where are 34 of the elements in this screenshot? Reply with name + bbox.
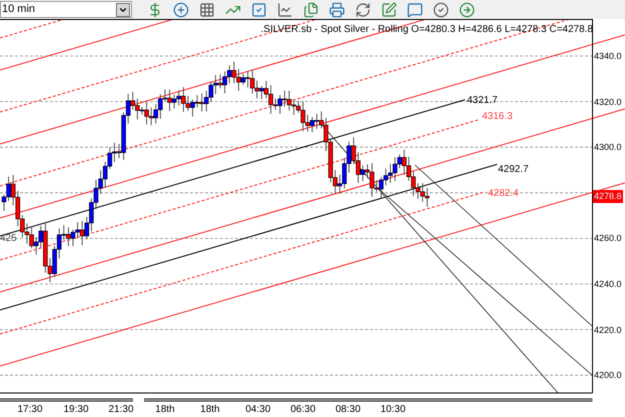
time-axis-label: 06:30 (290, 403, 316, 417)
time-axis-label: 18th (200, 403, 220, 417)
time-axis-label: 21:30 (108, 403, 134, 417)
price-axis-label: 4340.0 (594, 50, 622, 63)
speech-bubble-icon[interactable] (407, 2, 423, 18)
check-box-icon[interactable] (251, 2, 267, 18)
line-chart-icon[interactable] (277, 2, 293, 18)
documents-icon[interactable] (303, 2, 319, 18)
time-axis-label: 08:30 (335, 403, 361, 417)
time-axis-label: 19:30 (63, 403, 89, 417)
line-value-label: 4321.7 (467, 94, 498, 108)
line-value-label: 4282.4 (488, 187, 519, 201)
dropdown-icon (116, 2, 130, 16)
arrow-circle-icon[interactable] (459, 2, 475, 18)
price-axis-label: 4200.0 (594, 369, 622, 382)
price-axis-label: 4320.0 (594, 96, 622, 109)
price-axis-label: 4220.0 (594, 324, 622, 337)
timeframe-select[interactable]: 10 min (0, 1, 132, 18)
print-icon[interactable] (329, 2, 345, 18)
current-price-badge: 4278.8 (593, 190, 623, 204)
edit-icon[interactable] (381, 2, 397, 18)
refresh-icon[interactable] (355, 2, 371, 18)
add-icon[interactable] (173, 2, 189, 18)
time-axis-label: 10:30 (380, 403, 406, 417)
line-value-label: 4316.3 (482, 110, 513, 124)
line-value-label: 4292.7 (498, 163, 529, 177)
time-axis-label: 17:30 (17, 403, 43, 417)
time-axis-label: 18th (155, 403, 175, 417)
check-circle-icon[interactable] (433, 2, 449, 18)
price-axis-label: 4260.0 (594, 232, 622, 246)
time-axis-label: 04:30 (245, 403, 271, 417)
price-axis-label: 4300.0 (594, 141, 622, 154)
grid-icon[interactable] (199, 2, 215, 18)
price-axis-label: 4240.0 (594, 278, 622, 291)
